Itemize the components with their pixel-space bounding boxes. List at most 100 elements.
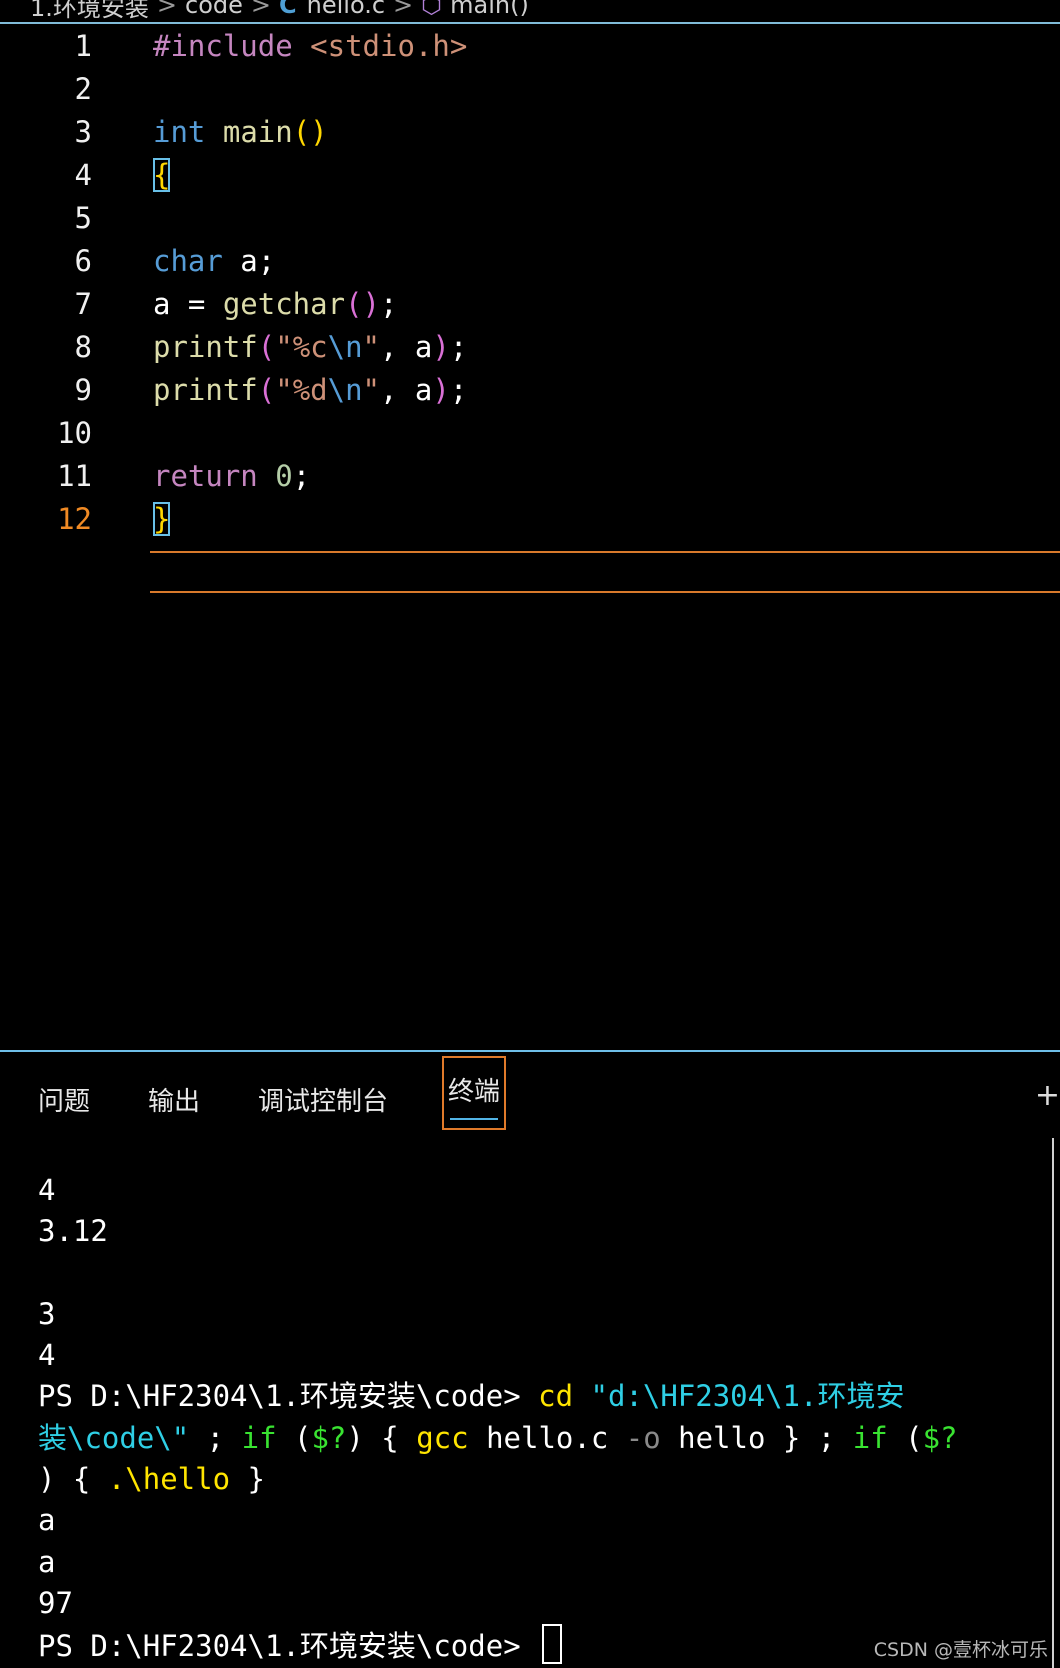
code-text[interactable]: return 0; (153, 454, 310, 499)
cmd-token: $? (922, 1420, 958, 1455)
breadcrumb-subfolder[interactable]: code (185, 0, 243, 19)
code-line: 10 (0, 411, 1060, 456)
cmd-token: "d:\HF2304\1.环境安 (590, 1379, 905, 1414)
terminal-line: 3 (38, 1296, 56, 1331)
breadcrumb-folder[interactable]: 1.环境安装 (30, 0, 149, 23)
terminal-scrollbar[interactable] (1052, 1138, 1054, 1668)
code-line: 5 (0, 196, 1060, 241)
cube-symbol-icon: ⬡ (421, 0, 443, 19)
token: , a (380, 330, 433, 364)
token: printf (153, 373, 258, 407)
token: () (292, 115, 328, 149)
token: ( (257, 373, 276, 407)
token: <stdio.h> (292, 29, 468, 63)
code-line: 3 int main() (0, 110, 1060, 155)
token: \n (327, 330, 363, 364)
token: () (345, 287, 380, 321)
cmd-token: 装\code\" (38, 1420, 190, 1455)
panel-tabs: 问题 输出 调试控制台 终端 + (0, 1052, 1060, 1142)
token: 0 (275, 459, 293, 493)
cmd-token: ; (189, 1420, 242, 1455)
token: ( (257, 330, 276, 364)
cmd-token: .\hello (107, 1462, 231, 1497)
matching-brace: } (153, 502, 171, 536)
cmd-token: ) { (346, 1420, 417, 1455)
chevron-right-icon: > (156, 0, 178, 19)
code-line: 4 { (0, 153, 1060, 198)
code-text[interactable]: char a; (153, 239, 275, 284)
tab-problems[interactable]: 问题 (38, 1082, 90, 1122)
token: printf (153, 330, 258, 364)
line-number: 11 (57, 459, 92, 493)
cmd-token: ( (276, 1420, 312, 1455)
token: " (362, 330, 381, 364)
tab-terminal[interactable]: 终端 (442, 1056, 507, 1130)
cmd-token: ( (887, 1420, 923, 1455)
cmd-token: cd (538, 1379, 574, 1414)
code-line: 9 printf("%d\n", a); (0, 368, 1060, 413)
c-file-icon: C (279, 0, 297, 19)
terminal-line: a (38, 1503, 56, 1538)
code-text[interactable]: a = getchar(); (153, 282, 397, 327)
line-number: 2 (74, 72, 92, 106)
cmd-token: -o (625, 1420, 661, 1455)
line-number: 3 (74, 115, 92, 149)
token: "%c (275, 330, 328, 364)
terminal-prompt: PS D:\HF2304\1.环境安装\code> (38, 1629, 539, 1664)
line-number: 6 (74, 244, 92, 278)
token: char (153, 244, 223, 278)
code-text[interactable]: int main() (153, 110, 328, 155)
code-text[interactable]: #include <stdio.h> (153, 24, 467, 69)
cmd-token: if (852, 1420, 888, 1455)
active-tab-indicator (450, 1118, 499, 1120)
token: a; (222, 244, 276, 278)
code-text[interactable]: { (153, 153, 171, 198)
tab-debug-console[interactable]: 调试控制台 (258, 1082, 388, 1122)
line-number: 5 (74, 201, 92, 235)
code-text[interactable]: printf("%c\n", a); (153, 325, 467, 370)
terminal-line: 4 (38, 1173, 56, 1207)
line-number: 1 (74, 29, 92, 63)
line-number: 8 (74, 330, 92, 364)
cmd-token: } (230, 1462, 265, 1497)
line-number: 4 (74, 158, 92, 192)
line-number: 10 (57, 416, 92, 450)
cmd-token: if (241, 1420, 277, 1455)
breadcrumb-symbol[interactable]: main() (450, 0, 529, 19)
token: ; (292, 459, 311, 493)
token: " (362, 373, 381, 407)
terminal-cursor (542, 1624, 563, 1665)
token: "%d (275, 373, 328, 407)
token: \n (327, 373, 363, 407)
terminal-line: 97 (38, 1585, 73, 1620)
token: getchar (222, 287, 346, 321)
tab-terminal-label: 终端 (448, 1077, 501, 1107)
terminal-line: a (38, 1544, 56, 1579)
current-line-highlight (150, 551, 1060, 593)
token: , a (380, 373, 433, 407)
cmd-token: hello } ; (660, 1420, 853, 1455)
code-line: 6 char a; (0, 239, 1060, 284)
chevron-right-icon: > (393, 0, 414, 19)
cmd-token: $? (311, 1420, 347, 1455)
breadcrumb-file[interactable]: hello.c (307, 0, 385, 19)
terminal-line: 4 (38, 1338, 56, 1373)
token: #include (153, 29, 293, 63)
token: ) (432, 373, 450, 407)
code-editor[interactable]: 1 #include <stdio.h> 2 3 int main() 4 { … (0, 24, 1060, 1050)
terminal-line: 3.12 (38, 1214, 108, 1249)
tab-output[interactable]: 输出 (148, 1082, 200, 1122)
token: int (153, 115, 206, 149)
code-line: 11 return 0; (0, 454, 1060, 499)
token: main (222, 115, 293, 149)
breadcrumb: 1.环境安装 > code > C hello.c > ⬡ main() (0, 0, 1060, 22)
cmd-token: hello.c (468, 1420, 626, 1455)
code-text[interactable]: } (153, 497, 171, 542)
new-terminal-icon[interactable]: + (1035, 1078, 1060, 1113)
terminal-prompt: PS D:\HF2304\1.环境安装\code> (38, 1379, 539, 1414)
cmd-token: gcc (416, 1420, 469, 1455)
terminal-output[interactable]: 4 3.12 3 4 PS D:\HF2304\1.环境安装\code> cd … (38, 1170, 1038, 1668)
code-text[interactable]: printf("%d\n", a); (153, 368, 467, 413)
token: ) (432, 330, 450, 364)
code-line: 12 } (0, 497, 1060, 542)
